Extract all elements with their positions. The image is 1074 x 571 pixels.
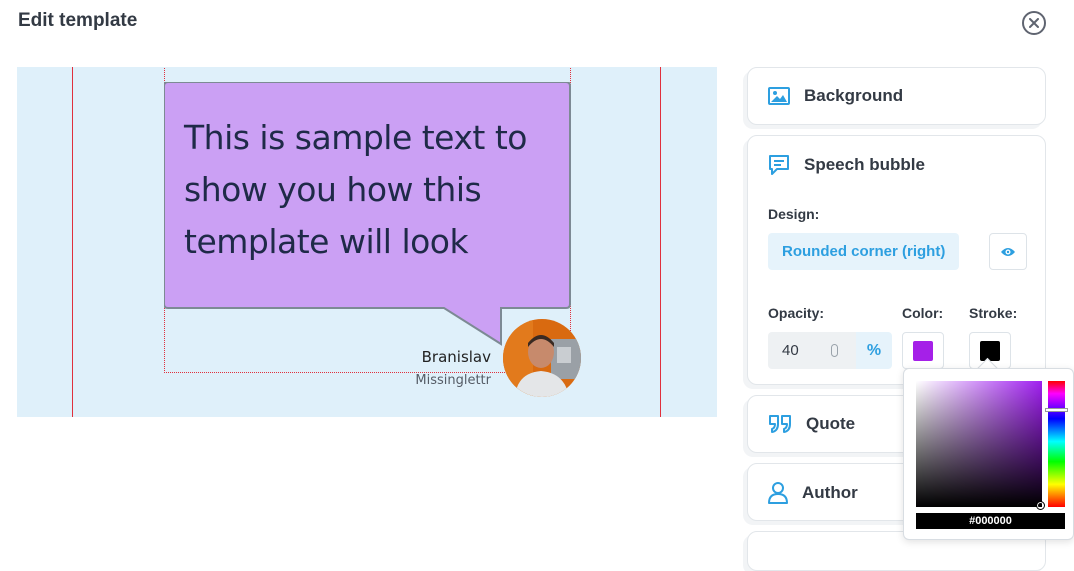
opacity-spinner-icon[interactable] [831,344,838,357]
author-name: Branislav [421,348,491,366]
author-avatar [503,319,581,397]
opacity-input[interactable] [768,332,856,369]
color-swatch-button[interactable] [902,332,944,369]
quote-icon [768,414,792,434]
author-panel-label: Author [802,483,858,502]
dialog-title: Edit template [18,10,138,31]
hue-slider-handle[interactable] [1045,408,1068,412]
image-icon [768,87,790,105]
color-label: Color: [902,305,944,321]
background-panel-label: Background [804,86,904,105]
guide-line-right [660,67,661,417]
background-panel[interactable]: Background [747,67,1046,125]
speech-bubble-panel-label: Speech bubble [804,155,925,174]
template-preview: This is sample text to show you how this… [17,67,717,417]
speech-bubble-text: This is sample text to show you how this… [184,118,528,261]
stroke-label: Stroke: [969,305,1018,321]
author-company: Missinglettr [415,373,491,388]
background-panel-header[interactable]: Background [768,86,903,106]
saturation-value-handle[interactable] [1036,501,1045,510]
opacity-label: Opacity: [768,305,825,321]
stroke-swatch [980,340,1000,361]
saturation-value-area[interactable] [916,381,1045,510]
speech-bubble-panel-header[interactable]: Speech bubble [768,154,925,176]
close-icon [1029,18,1039,28]
design-select[interactable]: Rounded corner (right) [768,233,959,270]
guide-line-left [72,67,73,417]
user-icon [768,482,788,504]
author-panel-header[interactable]: Author [768,482,858,504]
hex-value[interactable]: #000000 [916,513,1065,529]
quote-panel-label: Quote [806,414,856,433]
opacity-unit: % [856,332,892,369]
eye-icon [1001,247,1015,256]
speech-bubble-panel: Speech bubble Design: Rounded corner (ri… [747,135,1046,385]
quote-panel-header[interactable]: Quote [768,414,855,434]
preview-design-button[interactable] [989,233,1027,270]
color-swatch [913,340,933,361]
speech-bubble-icon [768,154,790,176]
color-picker: #000000 [903,368,1074,540]
design-label: Design: [768,206,820,222]
hue-slider[interactable] [1048,381,1065,507]
close-button[interactable] [1022,11,1046,35]
